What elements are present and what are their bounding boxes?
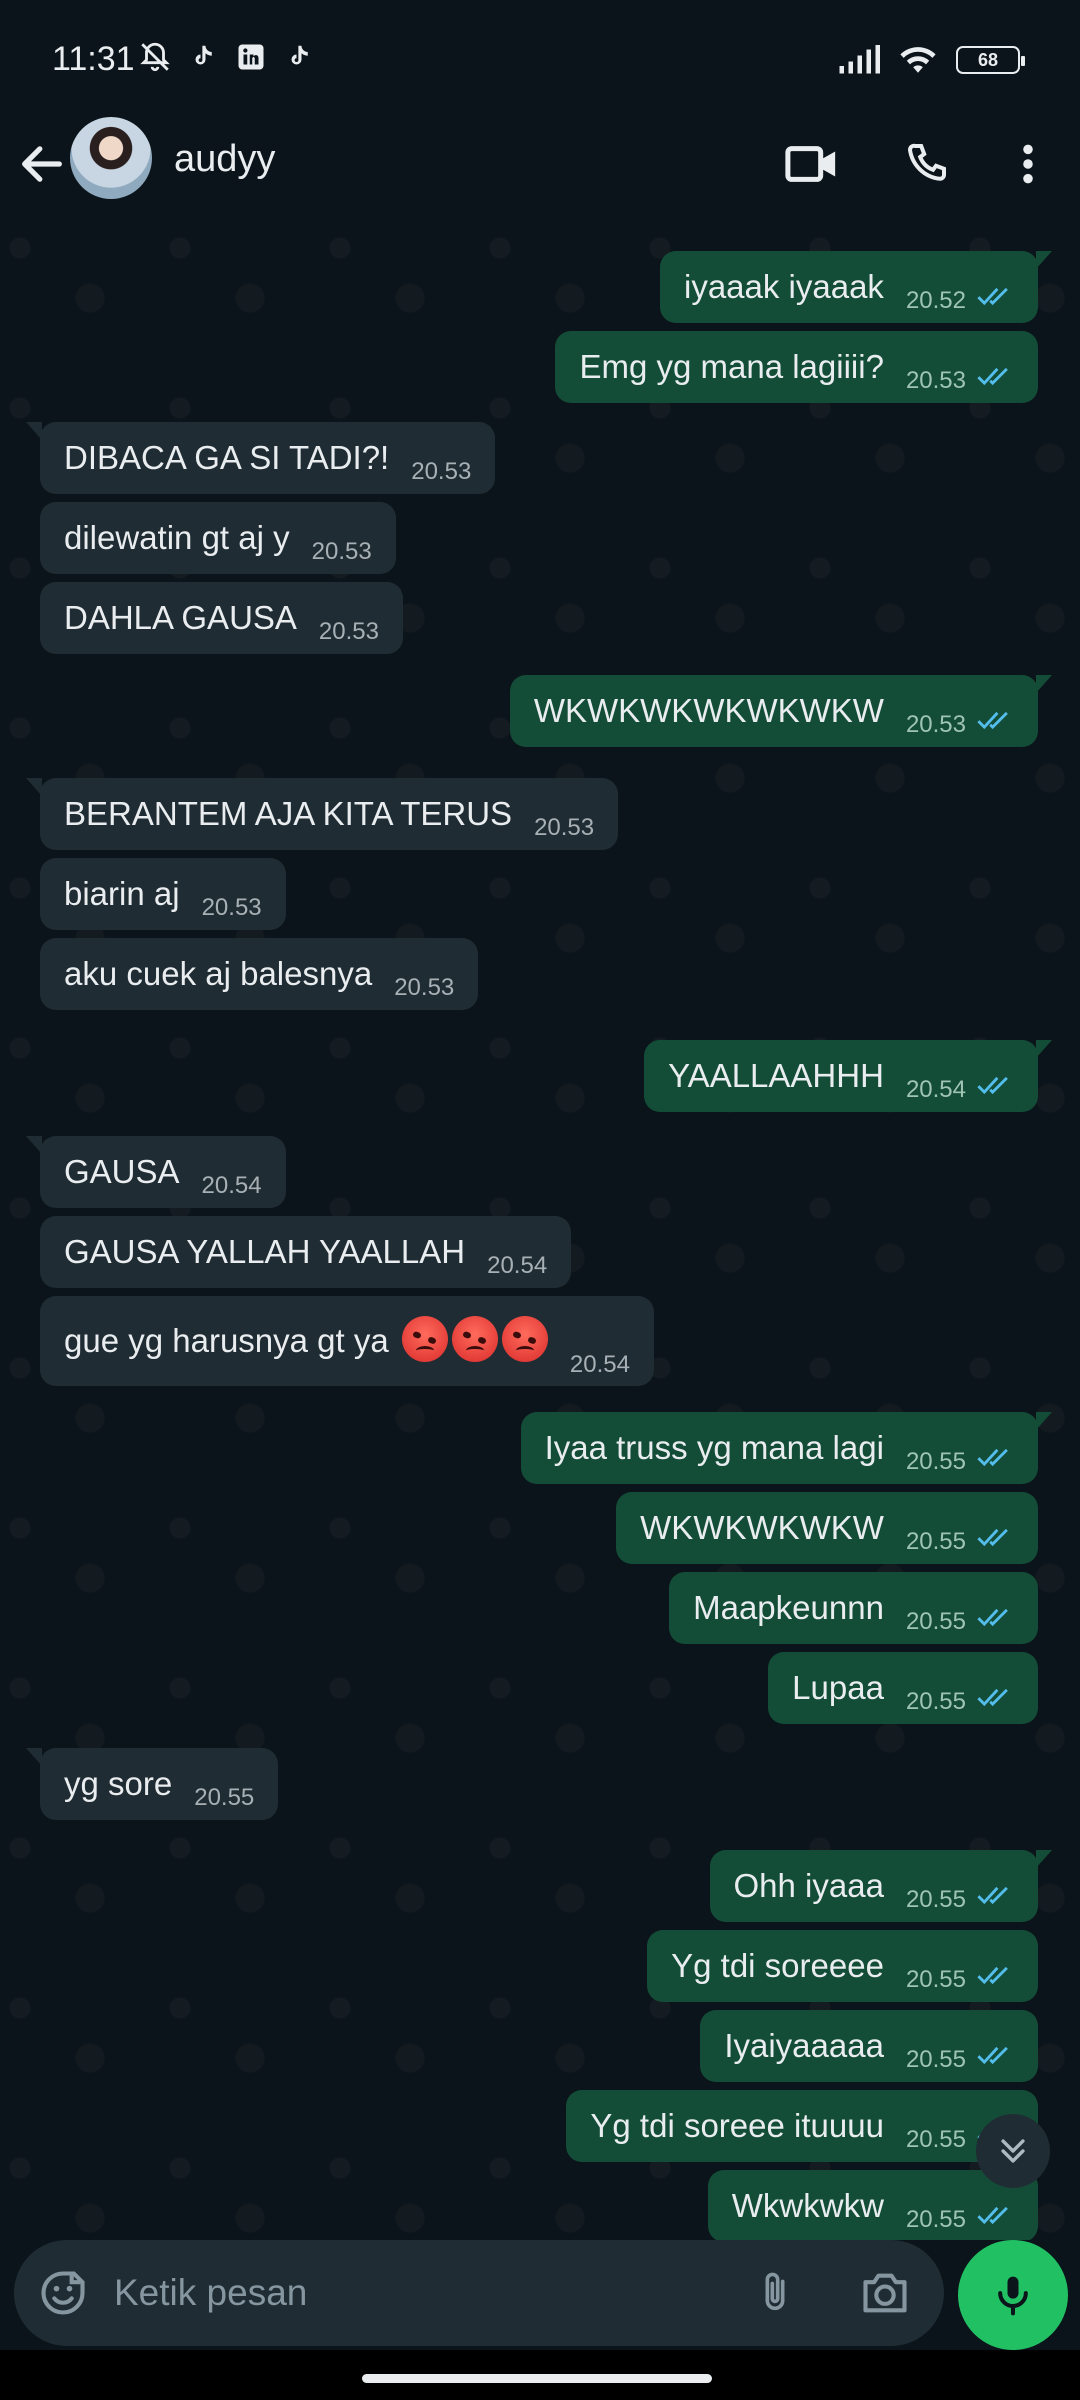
read-ticks-icon [977, 2046, 1008, 2065]
read-ticks-icon [977, 711, 1008, 730]
read-ticks-icon [977, 367, 1008, 386]
composer-pill [14, 2240, 944, 2346]
angry-face-emoji [501, 1316, 548, 1362]
more-options-icon[interactable] [998, 134, 1058, 194]
message-outgoing[interactable]: Maapkeunnn 20.55 [669, 1572, 1038, 1644]
message-outgoing[interactable]: iyaaak iyaaak 20.52 [659, 251, 1053, 323]
read-ticks-icon [977, 2206, 1008, 2225]
message-outgoing[interactable]: Iyaa truss yg mana lagi 20.55 [520, 1412, 1053, 1484]
system-nav-bar [0, 2350, 1080, 2400]
voice-call-icon[interactable] [896, 134, 956, 194]
message-outgoing[interactable]: Ohh iyaaa 20.55 [709, 1850, 1052, 1922]
message-outgoing[interactable]: WKWKWKWKW 20.55 [616, 1492, 1038, 1564]
battery-icon: 68 [956, 46, 1025, 74]
camera-icon[interactable] [856, 2264, 914, 2322]
message-incoming[interactable]: dilewatin gt aj y 20.53 [40, 502, 396, 574]
read-ticks-icon [977, 287, 1008, 306]
linkedin-icon [234, 40, 268, 74]
message-outgoing[interactable]: YAALLAAHHH 20.54 [644, 1040, 1052, 1112]
message-outgoing[interactable]: Iyaiyaaaaa 20.55 [700, 2010, 1038, 2082]
message-incoming[interactable]: BERANTEM AJA KITA TERUS 20.53 [25, 778, 619, 850]
message-incoming[interactable]: gue yg harusnya gt ya 20.54 [40, 1296, 654, 1386]
message-incoming[interactable]: GAUSA 20.54 [26, 1136, 286, 1208]
tiktok-icon [282, 40, 316, 74]
contact-name[interactable]: audyy [174, 138, 275, 181]
status-time: 11:31 [52, 40, 135, 78]
message-outgoing[interactable]: Yg tdi soreeee 20.55 [647, 1930, 1038, 2002]
message-outgoing[interactable]: WKWKWKWKWKWKW 20.53 [509, 675, 1053, 747]
message-composer [0, 2240, 1080, 2350]
message-incoming[interactable]: aku cuek aj balesnya 20.53 [40, 938, 479, 1010]
emoji-sticker-icon[interactable] [34, 2264, 92, 2322]
angry-face-emoji [451, 1316, 498, 1362]
status-bar: 11:31 68 [0, 0, 1080, 120]
message-outgoing[interactable]: Lupaa 20.55 [768, 1652, 1038, 1724]
double-chevron-down-icon [1001, 2139, 1025, 2163]
message-incoming[interactable]: yg sore 20.55 [25, 1748, 279, 1820]
chat-header: audyy [0, 110, 1080, 226]
notification-icons [138, 40, 316, 74]
attach-icon[interactable] [746, 2264, 804, 2322]
read-ticks-icon [977, 1886, 1008, 1905]
scroll-to-bottom-button[interactable] [976, 2114, 1050, 2188]
read-ticks-icon [977, 1076, 1008, 1095]
message-incoming[interactable]: biarin aj 20.53 [40, 858, 286, 930]
message-outgoing[interactable]: Emg yg mana lagiiii? 20.53 [555, 331, 1038, 403]
message-list[interactable]: iyaaak iyaaak 20.52 Emg yg mana lagiiii? 2… [0, 228, 1080, 2240]
message-input[interactable] [114, 2266, 734, 2320]
back-arrow-icon[interactable] [16, 138, 68, 190]
message-incoming[interactable]: DAHLA GAUSA 20.53 [40, 582, 403, 654]
system-status: 68 [838, 44, 1025, 76]
video-call-icon[interactable] [782, 134, 842, 194]
read-ticks-icon [977, 1966, 1008, 1985]
mic-icon [998, 2276, 1028, 2316]
signal-icon [839, 45, 880, 74]
message-outgoing[interactable]: Yg tdi soreee ituuuu 20.55 [566, 2090, 1038, 2162]
wifi-icon [900, 47, 936, 73]
read-ticks-icon [977, 1528, 1008, 1547]
home-indicator[interactable] [362, 2374, 712, 2383]
read-ticks-icon [977, 1688, 1008, 1707]
voice-message-button[interactable] [958, 2240, 1068, 2350]
avatar[interactable] [70, 117, 152, 199]
read-ticks-icon [977, 1448, 1008, 1467]
read-ticks-icon [977, 1608, 1008, 1627]
message-incoming[interactable]: DIBACA GA SI TADI?! 20.53 [25, 422, 496, 494]
tiktok-icon [186, 40, 220, 74]
message-incoming[interactable]: GAUSA YALLAH YAALLAH 20.54 [40, 1216, 572, 1288]
dnd-icon [138, 40, 172, 74]
message-outgoing[interactable]: Wkwkwkw 20.55 [707, 2170, 1038, 2240]
angry-face-emoji [401, 1316, 448, 1362]
